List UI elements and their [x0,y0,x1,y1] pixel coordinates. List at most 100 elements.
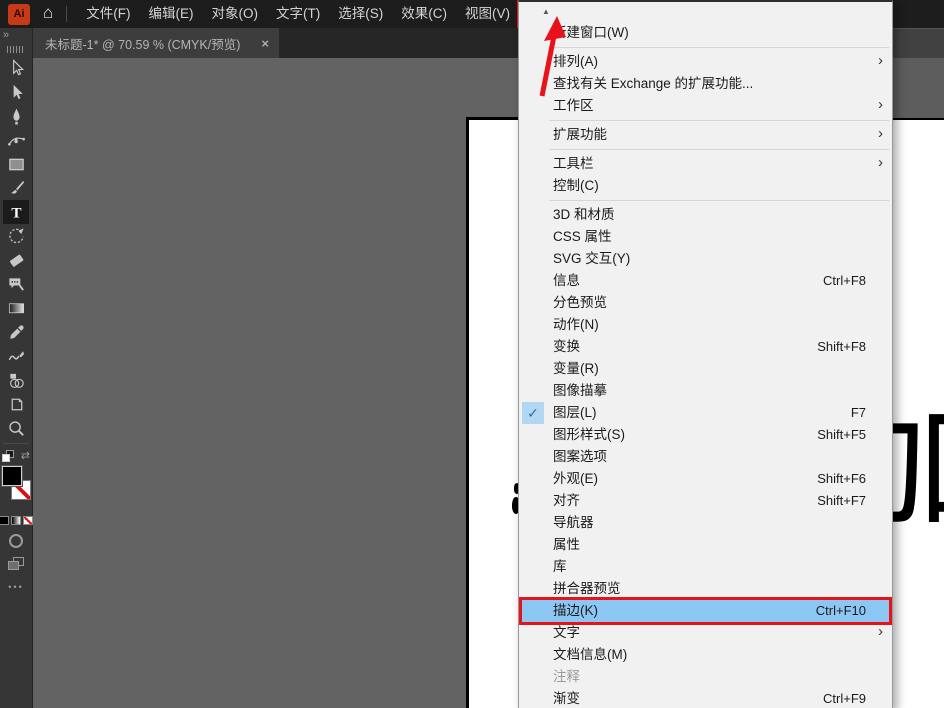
menubar-item[interactable]: 效果(C) [392,2,456,26]
menu-separator [549,47,889,48]
menubar-item[interactable]: 选择(S) [329,2,392,26]
menu-item-separations-preview[interactable]: 分色预览 [519,292,892,314]
toolbar-grip-icon[interactable] [3,42,29,56]
menu-item-info[interactable]: 信息Ctrl+F8 [519,270,892,292]
menu-item-svg-interactivity[interactable]: SVG 交互(Y) [519,248,892,270]
menubar-item[interactable]: 编辑(E) [140,2,203,26]
rotate-tool-icon[interactable] [3,224,29,248]
menu-item-flattener-preview[interactable]: 拼合器预览 [519,578,892,600]
menu-item-label: 文字 [553,625,580,640]
menu-item-label: 外观(E) [553,471,598,486]
menu-item-shortcut: Shift+F6 [817,468,866,490]
zoom-tool-icon[interactable] [3,416,29,440]
eraser-tool-icon[interactable] [3,248,29,272]
menu-item-css-properties[interactable]: CSS 属性 [519,226,892,248]
shaper-tool-icon[interactable] [3,344,29,368]
menu-item-type[interactable]: 文字 › [519,622,892,644]
menubar-divider [66,6,67,22]
menu-item-layers[interactable]: ✓图层(L)F7 [519,402,892,424]
document-tab-title: 未标题-1* @ 70.59 % (CMYK/预览) [45,34,240,53]
rectangle-tool-icon[interactable] [3,152,29,176]
selection-tool-icon[interactable] [3,56,29,80]
menu-item-3d-materials[interactable]: 3D 和材质 [519,204,892,226]
window-menu: ▲ 新建窗口(W)排列(A)›查找有关 Exchange 的扩展功能...工作区… [518,0,893,708]
home-icon[interactable]: ⌂ [43,3,53,23]
menubar-item[interactable]: 文件(F) [77,2,139,26]
menu-item-align[interactable]: 对齐Shift+F7 [519,490,892,512]
none-button[interactable] [23,516,33,525]
check-icon: ✓ [522,402,544,424]
menu-item-label: 变量(R) [553,361,599,376]
menu-item-appearance[interactable]: 外观(E) Shift+F6 [519,468,892,490]
menu-scroll-up[interactable]: ▲ [519,2,892,22]
menubar-item[interactable]: 视图(V) [456,2,519,26]
artboard-tool-icon[interactable] [3,392,29,416]
gradient-button[interactable] [11,516,21,525]
menu-item-toolbars[interactable]: 工具栏› [519,153,892,175]
document-tab[interactable]: 未标题-1* @ 70.59 % (CMYK/预览) × [33,28,279,58]
svg-text:T: T [11,204,21,221]
comment-tool-icon[interactable] [3,272,29,296]
menu-item-label: 新建窗口(W) [553,25,629,40]
menu-item-gradient[interactable]: 渐变Ctrl+F9 [519,688,892,708]
menu-item-workspace[interactable]: 工作区› [519,95,892,117]
menu-item-label: 描边(K) [553,603,598,618]
shape-builder-tool-icon[interactable] [3,368,29,392]
menu-item-shortcut: Shift+F7 [817,490,866,512]
menu-item-control[interactable]: 控制(C) [519,175,892,197]
menu-item-properties[interactable]: 属性 [519,534,892,556]
color-button[interactable] [0,516,9,525]
menu-item-actions[interactable]: 动作(N) [519,314,892,336]
swatch-type-buttons [0,516,33,525]
menubar-items: 文件(F)编辑(E)对象(O)文字(T)选择(S)效果(C)视图(V)窗口(W) [77,2,585,26]
window-menu-items: 新建窗口(W)排列(A)›查找有关 Exchange 的扩展功能...工作区›扩… [519,22,892,708]
menu-item-navigator[interactable]: 导航器 [519,512,892,534]
paintbrush-tool-icon[interactable] [3,176,29,200]
curvature-tool-icon[interactable] [3,128,29,152]
pen-tool-icon[interactable] [3,104,29,128]
menu-item-shortcut: F7 [851,402,866,424]
app-logo-icon[interactable]: Ai [8,4,30,25]
menu-item-label: 排列(A) [553,54,598,69]
menu-item-transform[interactable]: 变换Shift+F8 [519,336,892,358]
drawing-modes-icon[interactable] [9,534,23,548]
menu-item-stroke[interactable]: 描边(K)Ctrl+F10 [519,600,892,622]
submenu-arrow-icon: › [878,621,883,643]
menu-item-label: CSS 属性 [553,229,612,244]
menu-item-label: 控制(C) [553,178,599,193]
menu-separator [549,120,889,121]
menu-item-shortcut: Shift+F5 [817,424,866,446]
direct-selection-tool-icon[interactable] [3,80,29,104]
menu-item-document-info[interactable]: 文档信息(M) [519,644,892,666]
menubar-item[interactable]: 文字(T) [267,2,329,26]
menu-item-extensions[interactable]: 扩展功能› [519,124,892,146]
gradient-tool-icon[interactable] [3,296,29,320]
window-edge-strip-canvas [893,58,944,118]
menu-item-find-extensions[interactable]: 查找有关 Exchange 的扩展功能... [519,73,892,95]
tools-panel: » T ⇄ ••• [0,28,33,708]
fill-swatch[interactable] [2,466,22,486]
menu-item-label: 动作(N) [553,317,599,332]
eyedropper-tool-icon[interactable] [3,320,29,344]
illustrator-app: Ai ⌂ 文件(F)编辑(E)对象(O)文字(T)选择(S)效果(C)视图(V)… [0,0,944,708]
menu-item-pattern-options[interactable]: 图案选项 [519,446,892,468]
menu-item-label: 扩展功能 [553,127,607,142]
default-fill-stroke-icon[interactable] [2,450,14,462]
fill-stroke-control [1,466,31,512]
menu-item-arrange[interactable]: 排列(A) › [519,51,892,73]
menu-item-variables[interactable]: 变量(R) [519,358,892,380]
menu-item-new-window[interactable]: 新建窗口(W) [519,22,892,44]
more-tools-icon[interactable]: ••• [8,582,23,592]
draw-normal-mode-icon[interactable] [8,557,24,570]
type-tool-icon[interactable]: T [3,200,29,224]
swap-fill-stroke-icon[interactable]: ⇄ [21,449,30,462]
menubar-item[interactable]: 对象(O) [203,2,268,26]
menu-item-libraries[interactable]: 库 [519,556,892,578]
collapse-toolbar-icon[interactable]: » [0,28,32,42]
menu-item-comments: 注释 [519,666,892,688]
tab-close-icon[interactable]: × [261,36,269,51]
submenu-arrow-icon: › [878,50,883,72]
menu-item-image-trace[interactable]: 图像描摹 [519,380,892,402]
menu-item-shortcut: Shift+F8 [817,336,866,358]
menu-item-graphic-styles[interactable]: 图形样式(S)Shift+F5 [519,424,892,446]
